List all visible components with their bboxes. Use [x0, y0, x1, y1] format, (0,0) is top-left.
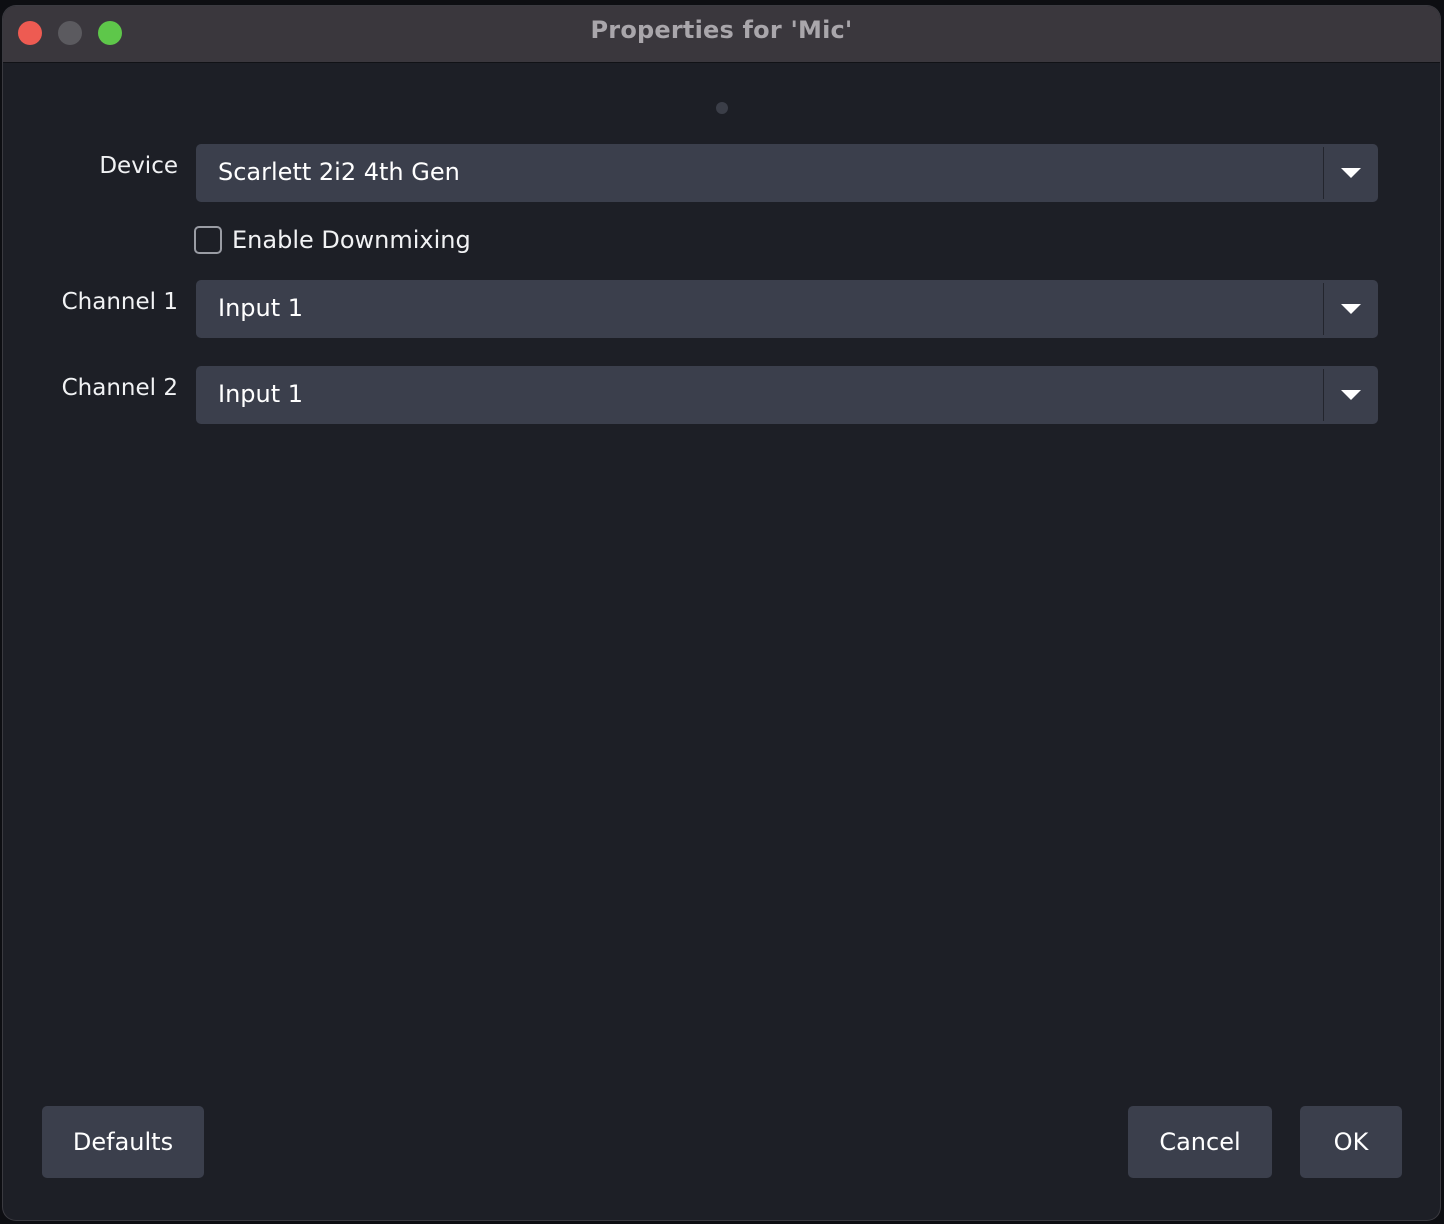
channel-1-dropdown-value: Input 1: [218, 294, 304, 322]
title-bar[interactable]: Properties for 'Mic': [3, 6, 1440, 63]
downmix-checkbox-label[interactable]: Enable Downmixing: [232, 226, 471, 254]
channel-2-dropdown[interactable]: Input 1: [196, 366, 1378, 424]
device-dropdown[interactable]: Scarlett 2i2 4th Gen: [196, 144, 1378, 202]
dropdown-divider: [1323, 369, 1324, 421]
device-label: Device: [99, 153, 178, 179]
channel-2-label: Channel 2: [61, 375, 178, 401]
drag-handle-dot: [716, 102, 728, 114]
channel-1-label: Channel 1: [61, 289, 178, 315]
dropdown-divider: [1323, 147, 1324, 199]
channel-1-dropdown[interactable]: Input 1: [196, 280, 1378, 338]
channel-2-dropdown-value: Input 1: [218, 380, 304, 408]
chevron-down-icon[interactable]: [1341, 168, 1361, 178]
chevron-down-icon[interactable]: [1341, 304, 1361, 314]
dropdown-divider: [1323, 283, 1324, 335]
defaults-button[interactable]: Defaults: [42, 1106, 204, 1178]
device-dropdown-value: Scarlett 2i2 4th Gen: [218, 158, 460, 186]
cancel-button[interactable]: Cancel: [1128, 1106, 1272, 1178]
properties-dialog: Properties for 'Mic' Device Scarlett 2i2…: [3, 6, 1440, 1220]
chevron-down-icon[interactable]: [1341, 390, 1361, 400]
downmix-checkbox[interactable]: [194, 226, 222, 254]
window-title: Properties for 'Mic': [590, 16, 853, 44]
ok-button[interactable]: OK: [1300, 1106, 1402, 1178]
